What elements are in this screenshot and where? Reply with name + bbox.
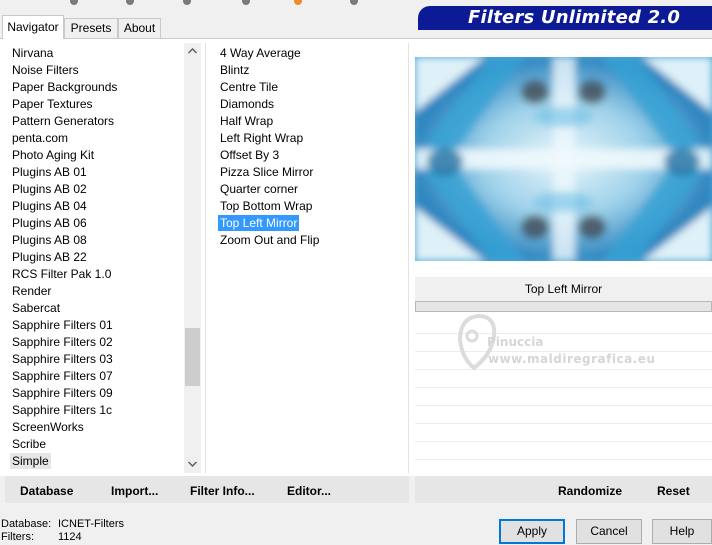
filter-list-item[interactable]: Pizza Slice Mirror [218, 164, 315, 180]
navigator-command-bar: Database Import... Filter Info... Editor… [5, 476, 409, 503]
editor-button[interactable]: Editor... [287, 476, 331, 503]
category-list-item[interactable]: Plugins AB 02 [10, 181, 89, 197]
database-button[interactable]: Database [20, 476, 73, 503]
filter-list-item[interactable]: Offset By 3 [218, 147, 281, 163]
filter-list[interactable]: 4 Way Average Blintz Centre Tile Diamonds Ha… [218, 45, 403, 255]
category-list-item[interactable]: Plugins AB 06 [10, 215, 89, 231]
category-list-item[interactable]: Nirvana [10, 45, 55, 61]
category-list-item[interactable]: Sapphire Filters 01 [10, 317, 115, 333]
filter-list-item[interactable]: Top Bottom Wrap [218, 198, 314, 214]
category-list-item[interactable]: Plugins AB 08 [10, 232, 89, 248]
chevron-down-icon[interactable] [184, 456, 201, 473]
category-list-item[interactable]: Sapphire Filters 07 [10, 368, 115, 384]
filter-list-item[interactable]: Left Right Wrap [218, 130, 305, 146]
category-list-item[interactable]: Photo Aging Kit [10, 147, 96, 163]
category-list-item[interactable]: penta.com [10, 130, 70, 146]
filter-list-item[interactable]: Blintz [218, 62, 251, 78]
category-list-item[interactable]: Plugins AB 01 [10, 164, 89, 180]
watermark-url: www.maldiregrafica.eu [488, 352, 656, 366]
tab-about[interactable]: About [118, 18, 161, 38]
filter-list-item[interactable]: Zoom Out and Flip [218, 232, 321, 248]
category-list-item[interactable]: Paper Backgrounds [10, 79, 119, 95]
apply-button[interactable]: Apply [499, 519, 565, 544]
preview-command-bar: Randomize Reset [415, 476, 712, 503]
category-list-item[interactable]: Sabercat [10, 300, 62, 316]
filters-count-label: Filters: [1, 531, 34, 543]
control-separator [415, 405, 712, 406]
control-separator [415, 459, 712, 460]
chevron-up-icon[interactable] [184, 43, 201, 60]
filter-preview-image [415, 57, 712, 261]
category-list-item[interactable]: Sapphire Filters 03 [10, 351, 115, 367]
filter-list-item[interactable]: Quarter corner [218, 181, 300, 197]
category-list-item[interactable]: Pattern Generators [10, 113, 116, 129]
control-separator [415, 423, 712, 424]
category-list-item[interactable]: Render [10, 283, 53, 299]
selected-filter-label: Top Left Mirror [415, 277, 712, 301]
randomize-button[interactable]: Randomize [558, 476, 622, 503]
category-scrollbar[interactable] [184, 43, 201, 473]
tab-bar: Navigator Presets About [0, 0, 420, 39]
tab-presets[interactable]: Presets [64, 18, 118, 38]
category-list-item[interactable]: Simple [10, 453, 51, 469]
category-list-item[interactable]: Scribe [10, 436, 48, 452]
control-separator [415, 387, 712, 388]
category-list-item[interactable]: Plugins AB 22 [10, 249, 89, 265]
scroll-thumb[interactable] [185, 328, 200, 386]
tab-navigator[interactable]: Navigator [2, 15, 64, 39]
filter-list-item[interactable]: Half Wrap [218, 113, 275, 129]
category-list[interactable]: Nirvana Noise Filters Paper Backgrounds Pap… [10, 45, 184, 473]
filter-list-item[interactable]: Top Left Mirror [218, 215, 300, 231]
category-list-item[interactable]: RCS Filter Pak 1.0 [10, 266, 113, 282]
import-button[interactable]: Import... [111, 476, 158, 503]
banner-title: Filters Unlimited 2.0 [468, 7, 681, 28]
filter-list-item[interactable]: Centre Tile [218, 79, 280, 95]
reset-button[interactable]: Reset [657, 476, 690, 503]
control-separator [415, 441, 712, 442]
filters-count-value: 1124 [58, 531, 82, 543]
list-divider [205, 43, 206, 473]
preview-divider [408, 43, 409, 473]
watermark-logo [450, 310, 660, 380]
category-list-item[interactable]: Plugins AB 04 [10, 198, 89, 214]
category-list-item[interactable]: Sapphire Filters 09 [10, 385, 115, 401]
filter-list-item[interactable]: Diamonds [218, 96, 276, 112]
filter-list-item[interactable]: 4 Way Average [218, 45, 303, 61]
category-list-item[interactable]: ScreenWorks [10, 419, 86, 435]
category-list-item[interactable]: Noise Filters [10, 62, 81, 78]
filter-info-button[interactable]: Filter Info... [190, 476, 255, 503]
watermark-name: Pinuccia [487, 335, 544, 349]
help-button[interactable]: Help [652, 519, 712, 544]
category-list-item[interactable]: Sapphire Filters 1c [10, 402, 114, 418]
category-list-item[interactable]: Sapphire Filters 02 [10, 334, 115, 350]
database-label: Database: [1, 518, 52, 530]
category-list-item[interactable]: Paper Textures [10, 96, 95, 112]
database-value: ICNET-Filters [58, 518, 124, 530]
cancel-button[interactable]: Cancel [576, 519, 642, 544]
